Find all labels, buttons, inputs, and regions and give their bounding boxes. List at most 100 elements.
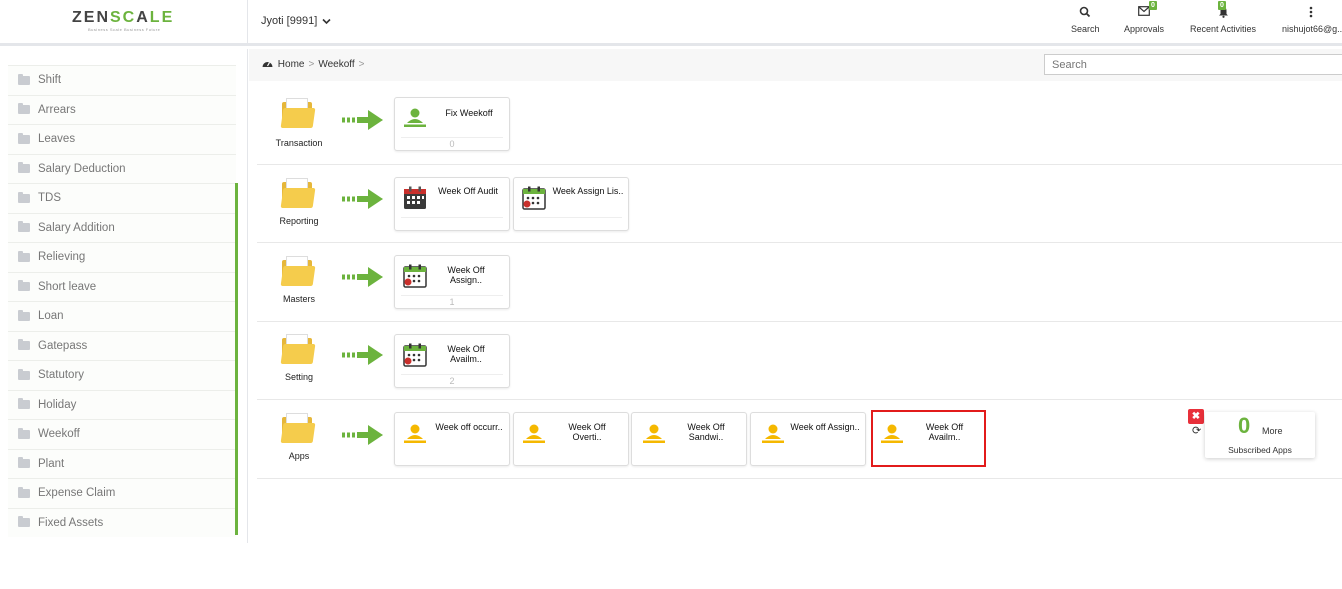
sidebar-item-label: Expense Claim	[38, 487, 116, 500]
header-approvals-label: Approvals	[1123, 24, 1165, 34]
tile-count: 2	[401, 374, 503, 386]
sidebar-item-holiday[interactable]: Holiday	[8, 389, 236, 419]
sidebar-item-statutory[interactable]: Statutory	[8, 360, 236, 390]
tile-week-off-availment[interactable]: Week Off Availm.. 2	[394, 334, 510, 388]
subscribed-more-link[interactable]: More	[1262, 426, 1283, 436]
sidebar-scrollbar[interactable]	[235, 183, 238, 535]
logo[interactable]: ZENSCALE	[72, 9, 174, 27]
folder-icon	[280, 178, 316, 208]
row-label-apps: Apps	[288, 451, 310, 461]
person-icon	[762, 424, 784, 443]
folder-icon	[18, 457, 30, 469]
tile-week-off-audit[interactable]: Week Off Audit	[394, 177, 510, 231]
sidebar-item-salary-deduction[interactable]: Salary Deduction	[8, 153, 236, 183]
header-approvals-button[interactable]: 0 Approvals	[1122, 1, 1166, 34]
logo-area: ZENSCALE Business Scale Business Future	[0, 0, 248, 46]
header-user-email: nishujot66@g..	[1282, 24, 1342, 34]
sidebar-item-label: Salary Addition	[38, 221, 115, 234]
sidebar-item-shift[interactable]: Shift	[8, 65, 236, 95]
person-icon	[643, 424, 665, 443]
folder-icon	[18, 162, 30, 174]
row-label-reporting: Reporting	[279, 216, 319, 226]
header-search-button[interactable]: Search	[1071, 6, 1100, 34]
tile-name: Week Off Audit	[438, 186, 498, 196]
user-select-dropdown[interactable]: Jyoti [9991]	[261, 15, 331, 27]
folder-icon	[18, 486, 30, 498]
tile-week-assign-list[interactable]: Week Assign Lis..	[513, 177, 629, 231]
folder-icon	[18, 368, 30, 380]
sidebar-item-loan[interactable]: Loan	[8, 301, 236, 331]
subscribed-apps-card[interactable]: 0 More Subscribed Apps	[1205, 412, 1315, 458]
header-recent-activities-button[interactable]: 0 Recent Activities	[1188, 1, 1258, 34]
user-select-label: Jyoti [9991]	[261, 15, 318, 27]
arrow-right-icon	[342, 345, 383, 365]
row-label-masters: Masters	[282, 294, 315, 304]
tile-week-off-availment-app[interactable]: Week Off Availm..	[871, 410, 986, 467]
sidebar-item-label: TDS	[38, 192, 61, 205]
row-transaction: Transaction Fix Weekoff 0	[257, 82, 1342, 165]
sidebar-item-label: Shift	[38, 74, 62, 87]
subscribed-apps-label: Subscribed Apps	[1228, 445, 1292, 455]
tile-count: 0	[401, 137, 503, 149]
sidebar-list: Shift Arrears Leaves Salary Deduction TD…	[8, 65, 236, 537]
sidebar-item-label: Holiday	[38, 398, 77, 411]
folder-icon	[18, 103, 30, 115]
folder-icon	[18, 280, 30, 292]
tile-count-divider	[401, 217, 503, 219]
sidebar-item-gatepass[interactable]: Gatepass	[8, 330, 236, 360]
breadcrumb-weekoff[interactable]: Weekoff	[318, 59, 354, 70]
sidebar-item-label: Gatepass	[38, 339, 88, 352]
person-icon	[404, 424, 426, 443]
close-icon[interactable]: ✖	[1188, 409, 1204, 424]
tile-week-off-overtime[interactable]: Week Off Overti..	[513, 412, 629, 466]
tile-fix-weekoff[interactable]: Fix Weekoff 0	[394, 97, 510, 151]
tile-week-off-sandwich[interactable]: Week Off Sandwi..	[631, 412, 747, 466]
breadcrumb-home[interactable]: Home	[278, 59, 305, 70]
sidebar-item-fixed-assets[interactable]: Fixed Assets	[8, 507, 236, 537]
sidebar-item-label: Short leave	[38, 280, 97, 293]
row-label-transaction: Transaction	[275, 138, 323, 148]
folder-icon	[18, 516, 30, 528]
sidebar-item-expense-claim[interactable]: Expense Claim	[8, 478, 236, 508]
row-label-setting: Setting	[284, 372, 314, 382]
row-masters: Masters Week Off Assign.. 1	[257, 243, 1342, 322]
sidebar-item-weekoff[interactable]: Weekoff	[8, 419, 236, 449]
tile-name: Fix Weekoff	[445, 108, 493, 118]
tile-week-off-occurrence[interactable]: Week off occurr..	[394, 412, 510, 466]
sidebar-item-relieving[interactable]: Relieving	[8, 242, 236, 272]
folder-icon	[18, 309, 30, 321]
sidebar-item-short-leave[interactable]: Short leave	[8, 271, 236, 301]
sidebar-item-leaves[interactable]: Leaves	[8, 124, 236, 154]
calendar-icon	[403, 264, 427, 288]
dashboard-icon	[262, 62, 273, 67]
breadcrumb-separator: >	[358, 59, 365, 70]
sidebar-item-arrears[interactable]: Arrears	[8, 94, 236, 124]
search-icon	[1071, 6, 1099, 20]
tile-name: Week off Assign..	[790, 422, 860, 432]
tile-week-off-assign-app[interactable]: Week off Assign..	[750, 412, 866, 466]
search-input[interactable]	[1044, 54, 1342, 75]
tile-week-off-assign[interactable]: Week Off Assign.. 1	[394, 255, 510, 309]
refresh-icon[interactable]: ⟳	[1192, 424, 1201, 437]
row-apps: Apps Week off occurr.. Week Off Overti..…	[257, 400, 1342, 479]
folder-icon	[18, 427, 30, 439]
sidebar-item-salary-addition[interactable]: Salary Addition	[8, 212, 236, 242]
tile-name: Week Off Sandwi..	[687, 422, 725, 442]
sidebar-item-plant[interactable]: Plant	[8, 448, 236, 478]
tile-count: 1	[401, 295, 503, 307]
person-icon	[523, 424, 545, 443]
calendar-icon	[404, 186, 426, 209]
tile-name: Week off occurr..	[435, 422, 503, 432]
header-user-menu[interactable]: nishujot66@g..	[1282, 6, 1342, 34]
arrow-right-icon	[342, 189, 383, 209]
row-setting: Setting Week Off Availm.. 2	[257, 322, 1342, 400]
row-reporting: Reporting Week Off Audit Week Assign Lis…	[257, 165, 1342, 243]
sidebar-item-tds[interactable]: TDS	[8, 183, 236, 213]
folder-icon	[18, 132, 30, 144]
sidebar-item-label: Salary Deduction	[38, 162, 126, 175]
folder-icon	[18, 398, 30, 410]
folder-icon	[18, 221, 30, 233]
sidebar-item-label: Weekoff	[38, 428, 80, 441]
sidebar-item-label: Plant	[38, 457, 65, 470]
top-header: ZENSCALE Business Scale Business Future …	[0, 0, 1342, 46]
